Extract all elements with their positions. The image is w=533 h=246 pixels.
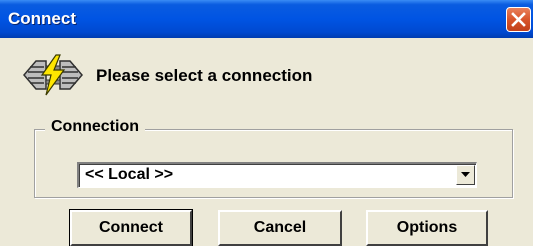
options-button[interactable]: Options bbox=[366, 210, 488, 246]
connection-select-value: << Local >> bbox=[85, 166, 174, 183]
dropdown-button[interactable] bbox=[456, 165, 475, 185]
cancel-button[interactable]: Cancel bbox=[218, 210, 342, 246]
chevron-down-icon bbox=[461, 172, 470, 177]
window-title: Connect bbox=[8, 9, 76, 28]
connection-select[interactable]: << Local >> bbox=[77, 162, 477, 188]
connect-button[interactable]: Connect bbox=[69, 209, 193, 246]
connection-plug-icon bbox=[23, 54, 83, 96]
connection-group-label: Connection bbox=[45, 118, 145, 136]
connect-dialog: Connect Please select a connection Conne… bbox=[0, 0, 533, 246]
title-bar[interactable]: Connect bbox=[0, 0, 533, 38]
prompt-text: Please select a connection bbox=[96, 66, 313, 85]
close-button[interactable] bbox=[506, 7, 531, 32]
close-icon bbox=[511, 12, 526, 27]
